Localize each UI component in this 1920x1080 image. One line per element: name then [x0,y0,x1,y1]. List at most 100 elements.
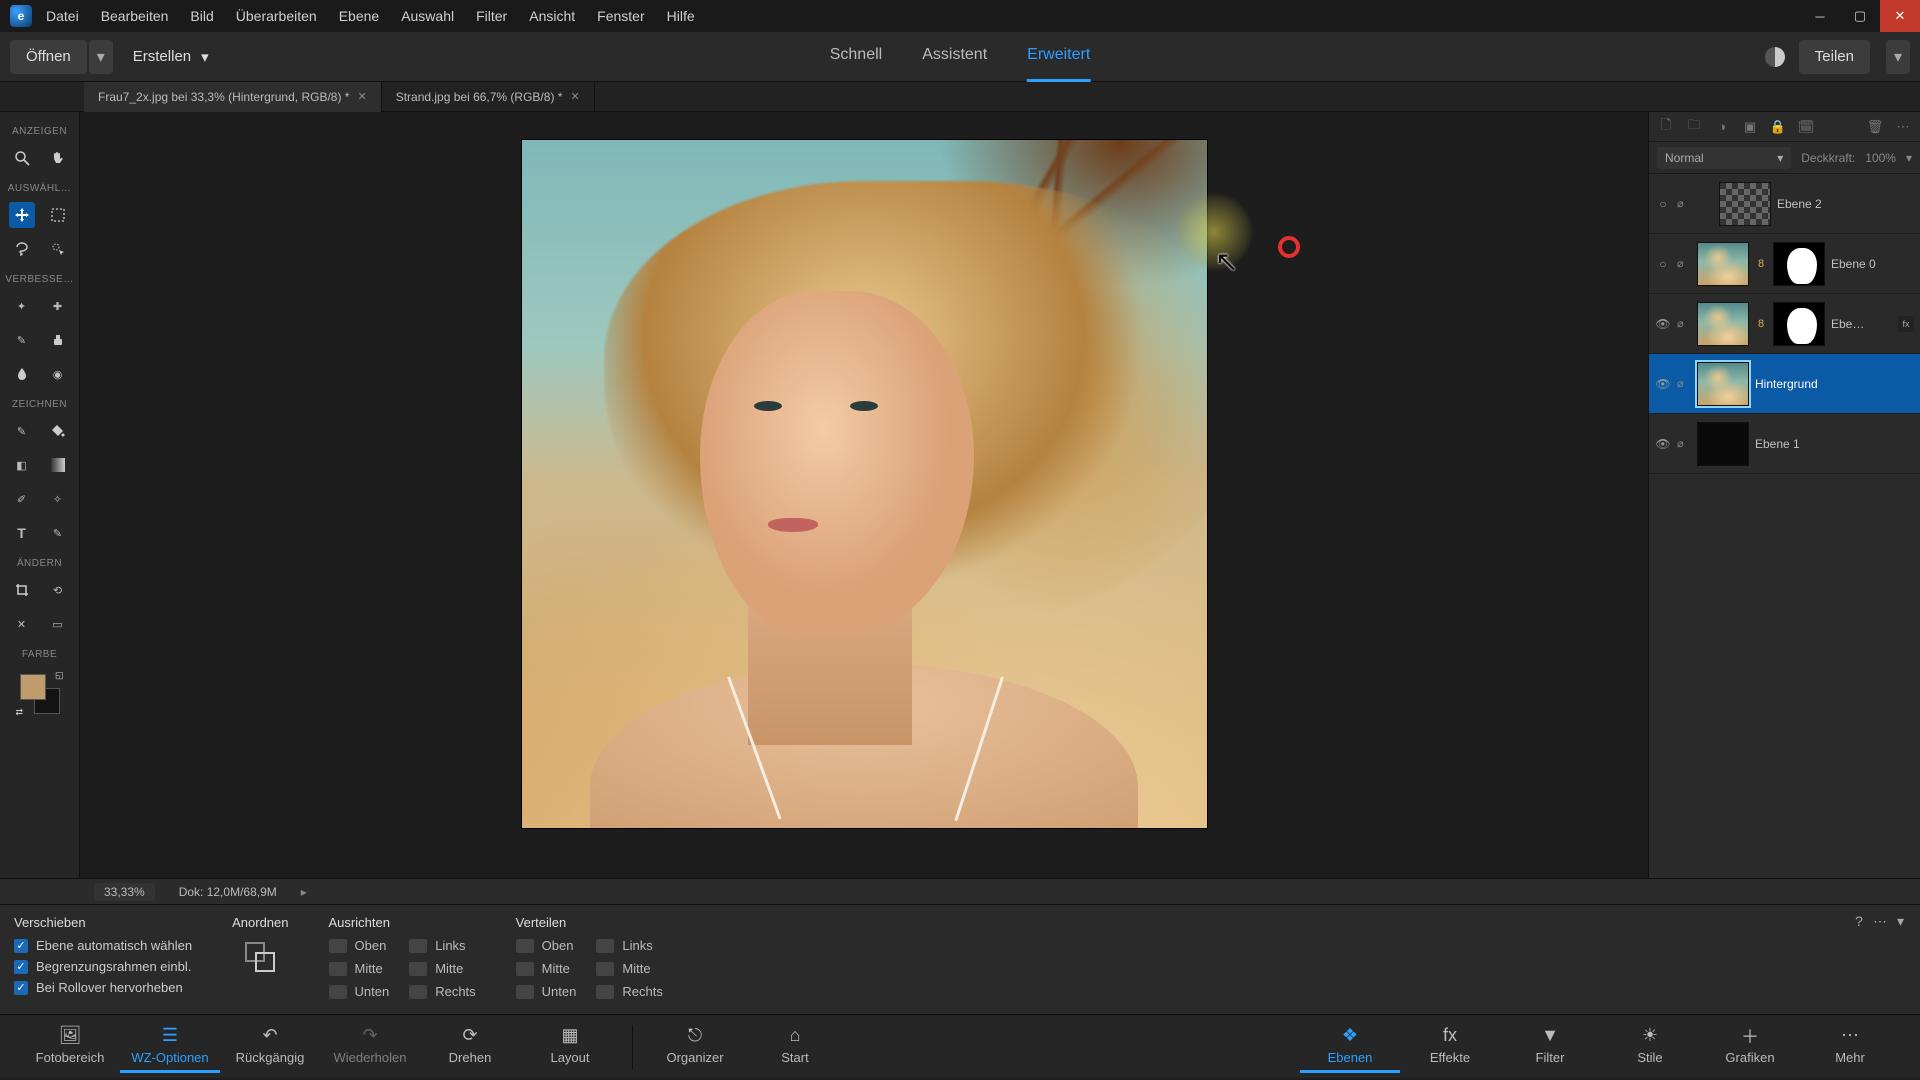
lock-indicator-icon[interactable]: ⌀ [1677,257,1691,270]
status-menu-icon[interactable]: ▸ [301,885,307,899]
layer-name[interactable]: Ebene 0 [1831,257,1914,271]
zoom-readout[interactable]: 33,33% [94,883,155,901]
visibility-toggle-icon[interactable]: ○ [1655,196,1671,212]
layer-thumbnail[interactable] [1697,422,1749,466]
visibility-toggle-icon[interactable]: 👁 [1655,436,1671,452]
panel-menu-icon[interactable]: ⋯ [1873,913,1887,930]
panel-menu-icon[interactable]: ⋯ [1894,118,1912,136]
taskbar-mehr[interactable]: ⋯Mehr [1800,1021,1900,1073]
menu-datei[interactable]: Datei [46,8,79,24]
layer-row[interactable]: 👁 ⌀ 8 Ebe… fx [1649,294,1920,354]
taskbar-fotobereich[interactable]: 🖼Fotobereich [20,1021,120,1073]
open-button[interactable]: Öffnen [10,40,87,74]
menu-filter[interactable]: Filter [476,8,507,24]
check-show-bounding-box[interactable]: ✓ Begrenzungsrahmen einbl. [14,959,192,974]
distribute-left-button[interactable]: Links [596,938,662,953]
share-button[interactable]: Teilen [1799,40,1870,74]
blend-mode-select[interactable]: Normal ▾ [1657,147,1791,169]
distribute-hcenter-button[interactable]: Mitte [596,961,662,976]
document-tab-2[interactable]: Strand.jpg bei 66,7% (RGB/8) * ✕ [382,82,595,112]
layer-thumbnail[interactable] [1719,182,1771,226]
sponge-tool-icon[interactable]: ◉ [45,361,71,387]
open-dropdown-button[interactable]: ▾ [89,40,113,74]
lock-indicator-icon[interactable]: ⌀ [1677,437,1691,450]
theme-toggle-icon[interactable] [1765,47,1785,67]
mode-tab-quick[interactable]: Schnell [830,32,882,82]
new-layer-icon[interactable]: 🗋 [1657,118,1675,136]
paint-bucket-tool-icon[interactable] [45,418,71,444]
layer-mask-thumbnail[interactable] [1773,302,1825,346]
layer-fx-badge-icon[interactable]: fx [1898,316,1914,332]
menu-ansicht[interactable]: Ansicht [529,8,575,24]
mode-tab-expert[interactable]: Erweitert [1027,32,1090,82]
taskbar-rotate[interactable]: ⟳Drehen [420,1021,520,1073]
doc-size-readout[interactable]: Dok: 12,0M/68,9M [179,885,277,899]
check-rollover-highlight[interactable]: ✓ Bei Rollover hervorheben [14,980,192,995]
align-top-button[interactable]: Oben [329,938,390,953]
move-tool-icon[interactable] [9,202,35,228]
taskbar-effekte[interactable]: fxEffekte [1400,1021,1500,1073]
window-maximize-button[interactable]: ▢ [1840,0,1880,32]
menu-bearbeiten[interactable]: Bearbeiten [101,8,169,24]
mask-link-icon[interactable]: 8 [1755,258,1767,270]
align-bottom-button[interactable]: Unten [329,984,390,999]
new-group-icon[interactable]: 🗀 [1685,118,1703,136]
taskbar-layout[interactable]: ▦Layout [520,1021,620,1073]
adjustment-layer-icon[interactable]: ◑ [1713,118,1731,136]
shape-tool-icon[interactable]: ✧ [45,486,71,512]
taskbar-redo[interactable]: ↷Wiederholen [320,1021,420,1073]
lock-indicator-icon[interactable]: ⌀ [1677,317,1691,330]
document-tab-1[interactable]: Frau7_2x.jpg bei 33,3% (Hintergrund, RGB… [84,82,382,112]
clone-tool-icon[interactable] [45,327,71,353]
menu-auswahl[interactable]: Auswahl [401,8,454,24]
distribute-vcenter-button[interactable]: Mitte [516,961,577,976]
menu-ueberarbeiten[interactable]: Überarbeiten [236,8,317,24]
menu-ebene[interactable]: Ebene [339,8,379,24]
eraser-tool-icon[interactable]: ◧ [9,452,35,478]
brush-tool-icon[interactable]: ✎ [9,418,35,444]
content-aware-tool-icon[interactable]: ✕ [9,611,35,637]
close-icon[interactable]: ✕ [570,90,579,103]
lasso-tool-icon[interactable] [9,236,35,262]
menu-hilfe[interactable]: Hilfe [667,8,695,24]
color-swatches[interactable]: ◱ ⇄ [18,672,62,716]
taskbar-start[interactable]: ⌂Start [745,1021,845,1073]
taskbar-filter[interactable]: ▼Filter [1500,1021,1600,1073]
mode-tab-guided[interactable]: Assistent [922,32,987,82]
chevron-down-icon[interactable]: ▾ [1906,151,1912,165]
layer-name[interactable]: Ebene 2 [1777,197,1914,211]
visibility-toggle-icon[interactable]: 👁 [1655,376,1671,392]
document-canvas[interactable] [522,140,1207,828]
align-hcenter-button[interactable]: Mitte [409,961,475,976]
hand-tool-icon[interactable] [45,145,71,171]
pencil-tool-icon[interactable]: ✎ [45,520,71,546]
layer-row[interactable]: ○ ⌀ Ebene 2 [1649,174,1920,234]
eyedropper-tool-icon[interactable]: ✐ [9,486,35,512]
layer-thumbnail[interactable] [1697,362,1749,406]
menu-fenster[interactable]: Fenster [597,8,644,24]
lock-indicator-icon[interactable]: ⌀ [1677,377,1691,390]
arrange-icon[interactable] [241,938,279,976]
distribute-bottom-button[interactable]: Unten [516,984,577,999]
taskbar-wzoptionen[interactable]: ☰WZ-Optionen [120,1021,220,1073]
distribute-right-button[interactable]: Rechts [596,984,662,999]
text-tool-icon[interactable]: T [9,520,35,546]
blur-tool-icon[interactable] [9,361,35,387]
close-icon[interactable]: ✕ [357,90,366,103]
recompose-tool-icon[interactable]: ⟲ [45,577,71,603]
visibility-toggle-icon[interactable]: ○ [1655,256,1671,272]
delete-layer-icon[interactable]: 🗑 [1866,118,1884,136]
menu-bild[interactable]: Bild [190,8,213,24]
redeye-tool-icon[interactable]: ✦ [9,293,35,319]
foreground-color-swatch[interactable] [20,674,46,700]
window-minimize-button[interactable]: ─ [1800,0,1840,32]
layer-thumbnail[interactable] [1697,242,1749,286]
layer-mask-thumbnail[interactable] [1773,242,1825,286]
taskbar-stile[interactable]: ☀Stile [1600,1021,1700,1073]
layer-name[interactable]: Hintergrund [1755,377,1914,391]
align-vcenter-button[interactable]: Mitte [329,961,390,976]
collapse-icon[interactable]: ▾ [1897,913,1904,930]
layer-row[interactable]: 👁 ⌀ Hintergrund [1649,354,1920,414]
swap-colors-icon[interactable]: ⇄ [16,707,24,718]
taskbar-undo[interactable]: ↶Rückgängig [220,1021,320,1073]
